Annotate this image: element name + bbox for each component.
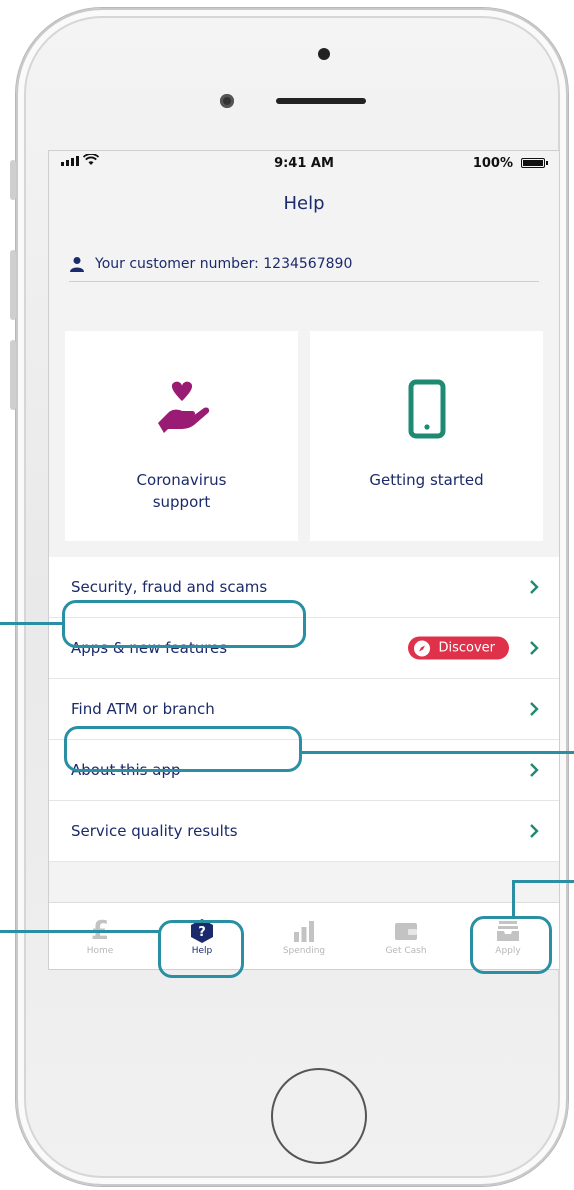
- chevron-right-icon: [530, 702, 539, 716]
- battery-percent: 100%: [472, 156, 513, 171]
- chevron-right-icon: [530, 763, 539, 777]
- chevron-right-icon: [530, 580, 539, 594]
- menu-item-about-app[interactable]: About this app: [49, 740, 559, 801]
- earpiece-speaker: [276, 98, 366, 104]
- callout-line: [0, 930, 160, 933]
- chevron-right-icon: [530, 824, 539, 838]
- tab-label: Home: [86, 946, 114, 956]
- wallet-icon: [394, 916, 418, 946]
- discover-badge-label: Discover: [438, 640, 495, 656]
- tab-home[interactable]: £ Home: [49, 903, 151, 969]
- tab-get-cash[interactable]: Get Cash: [355, 903, 457, 969]
- menu-item-label: About this app: [71, 761, 181, 779]
- menu-item-security[interactable]: Security, fraud and scams: [49, 557, 559, 618]
- card-label: Coronavirus support: [136, 471, 227, 511]
- help-cards: Coronavirus support Getting started: [65, 331, 543, 541]
- app-screen: 9:41 AM 100% Help Your customer number: …: [48, 150, 560, 970]
- chevron-right-icon: [530, 641, 539, 655]
- help-menu-list: Security, fraud and scams Apps & new fea…: [49, 557, 559, 862]
- top-sensor: [318, 48, 330, 60]
- tab-label: Apply: [495, 946, 521, 956]
- discover-badge[interactable]: Discover: [408, 636, 509, 660]
- menu-item-apps-features[interactable]: Apps & new features Discover: [49, 618, 559, 679]
- callout-line: [0, 622, 64, 625]
- volume-down-button: [10, 340, 16, 410]
- person-icon: [70, 257, 84, 272]
- tray-icon: [496, 916, 520, 946]
- menu-item-service-quality[interactable]: Service quality results: [49, 801, 559, 862]
- callout-line: [512, 880, 574, 883]
- compass-icon: [414, 640, 431, 656]
- menu-item-label: Service quality results: [71, 822, 238, 840]
- bottom-tab-bar: £ Home ? Help Spending Get Cash Apply: [49, 902, 559, 969]
- tab-label: Get Cash: [385, 946, 427, 956]
- help-hex-icon: ?: [190, 916, 214, 946]
- card-getting-started[interactable]: Getting started: [310, 331, 543, 541]
- callout-line: [512, 880, 515, 918]
- menu-item-label: Find ATM or branch: [71, 700, 215, 718]
- menu-item-label: Apps & new features: [71, 639, 228, 657]
- heart-hand-icon: [152, 379, 212, 439]
- customer-number-text: Your customer number: 1234567890: [95, 256, 353, 272]
- status-bar: 9:41 AM 100%: [49, 151, 559, 175]
- callout-line: [300, 751, 574, 754]
- front-camera: [220, 94, 234, 108]
- tab-spending[interactable]: Spending: [253, 903, 355, 969]
- tab-help[interactable]: ? Help: [151, 903, 253, 969]
- home-button[interactable]: [271, 1068, 367, 1164]
- customer-number: Your customer number: 1234567890: [69, 247, 539, 282]
- battery-icon: [521, 158, 548, 168]
- card-label: Getting started: [369, 471, 484, 489]
- svg-text:?: ?: [198, 925, 206, 940]
- page-title: Help: [283, 193, 325, 214]
- phone-icon: [407, 379, 447, 439]
- tab-label: Spending: [282, 946, 326, 956]
- tab-label: Help: [191, 946, 213, 956]
- menu-item-find-atm[interactable]: Find ATM or branch: [49, 679, 559, 740]
- mute-switch: [10, 160, 16, 200]
- menu-item-label: Security, fraud and scams: [71, 578, 268, 596]
- card-coronavirus-support[interactable]: Coronavirus support: [65, 331, 298, 541]
- volume-up-button: [10, 250, 16, 320]
- tab-apply[interactable]: Apply: [457, 903, 559, 969]
- bar-chart-icon: [293, 916, 315, 946]
